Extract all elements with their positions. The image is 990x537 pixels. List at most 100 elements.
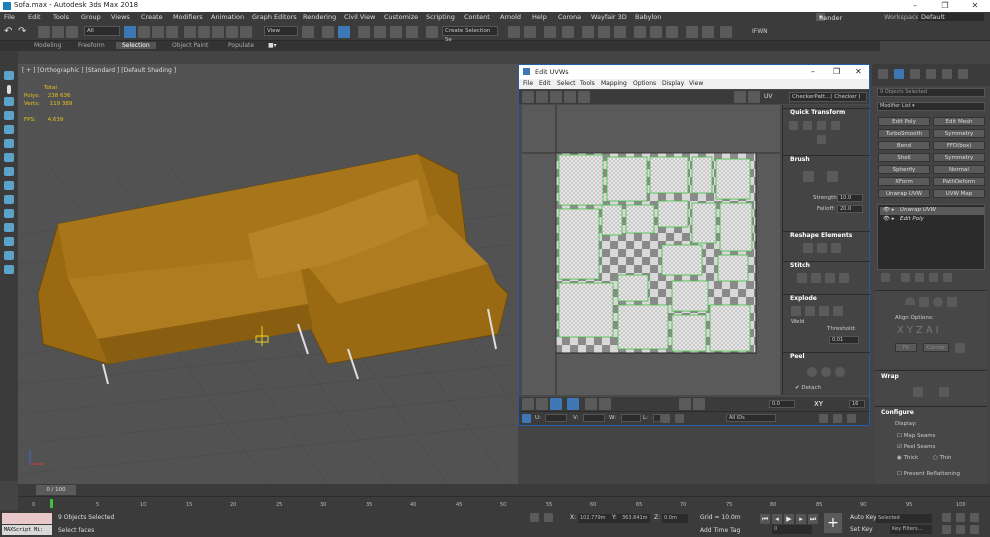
strength-input[interactable]: 10.0 [837,194,863,202]
curve-editor-icon[interactable] [582,26,594,38]
prev-frame-icon[interactable]: ◂ [772,514,782,524]
utilities-tab-icon[interactable] [958,69,968,79]
sphere-icon[interactable] [4,181,14,190]
peel-mode-icon[interactable] [821,367,831,377]
uvw-checker-dropdown[interactable]: CheckerPatt...( Checker ) [789,92,867,102]
snap-toggle-icon[interactable] [358,26,370,38]
keyboard-shortcut-icon[interactable] [338,26,350,38]
play-icon[interactable]: ▶ [784,514,794,524]
menu-customize[interactable]: Customize [384,13,418,21]
stitch-custom-icon[interactable] [839,273,849,283]
render-production-icon[interactable] [666,26,678,38]
lock-icon[interactable] [661,414,670,423]
align-axis-buttons[interactable]: XYZAI [897,325,942,336]
uvw-menu-display[interactable]: Display [662,80,684,87]
straighten-icon[interactable] [803,243,813,253]
quick-peel-icon[interactable] [807,367,817,377]
configure-header[interactable]: Configure [875,407,987,418]
material-editor-icon[interactable] [614,26,626,38]
cylindrical-map-icon[interactable] [919,297,929,307]
menu-graph-editors[interactable]: Graph Editors [252,13,297,21]
tab-selection[interactable]: Selection [116,42,156,49]
uvw-menu-file[interactable]: File [523,80,533,87]
mod-uvw-map-button[interactable]: UVW Map [933,189,985,198]
show-end-result-icon[interactable] [901,273,910,282]
mod-normal-button[interactable]: Normal [933,165,985,174]
thick-radio[interactable]: ◉ Thick [897,455,918,461]
layer-explorer-icon[interactable] [562,26,574,38]
uvw-editor-canvas[interactable] [522,105,780,395]
menu-babylon[interactable]: Babylon [635,13,661,21]
selection-filter-dropdown[interactable]: All [84,26,120,36]
angle-snap-icon[interactable] [374,26,386,38]
workspace-dropdown[interactable]: Default [918,13,984,21]
prevent-reflattening-checkbox[interactable]: ☐ Prevent Reflattening [897,471,960,477]
stitch-header[interactable]: Stitch [783,261,870,270]
motion-tab-icon[interactable] [926,69,936,79]
stack-item-unwrap-uvw[interactable]: 👁 ▸ Unwrap UVW [880,207,984,215]
orbit-icon[interactable] [956,513,965,522]
menu-civil-view[interactable]: Civil View [344,13,375,21]
spline-map-icon[interactable] [913,387,923,397]
menu-content[interactable]: Content [464,13,490,21]
move-icon[interactable] [184,26,196,38]
vertex-mode-icon[interactable] [522,398,534,410]
detach-checkbox[interactable]: ✔ Detach [795,385,821,391]
auto-key-button[interactable]: Auto Key [850,514,877,521]
redo-icon[interactable]: ↷ [18,26,30,38]
break-icon[interactable] [805,306,815,316]
reshape-elements-header[interactable]: Reshape Elements [783,231,870,240]
thin-radio[interactable]: ○ Thin [933,455,951,461]
key-selection-dropdown[interactable]: Selected [876,514,932,523]
planar-map-icon[interactable] [905,297,915,305]
pan-icon[interactable] [833,414,842,423]
unfold-map-icon[interactable] [939,387,949,397]
tab-populate[interactable]: Populate [228,42,254,49]
track-bar[interactable]: 0 5 10 15 20 25 30 35 40 45 50 55 60 65 … [18,496,990,510]
align-vertical-icon[interactable] [817,121,826,130]
grid-icon[interactable] [4,251,14,260]
menu-group[interactable]: Group [81,13,101,21]
uvw-maximize-button[interactable]: ❐ [833,67,840,76]
a360-icon[interactable] [720,26,732,38]
menu-animation[interactable]: Animation [211,13,244,21]
cloud-render-icon[interactable] [702,26,714,38]
set-key-button[interactable]: Set Key [850,526,873,533]
uvw-menu-options[interactable]: Options [633,80,656,87]
uvw-minimize-button[interactable]: – [811,67,815,76]
link-icon[interactable] [38,26,50,38]
viewport-label[interactable]: [ + ] [Orthographic ] [Standard ] [Defau… [22,67,176,74]
uvw-grid-icon[interactable] [748,91,760,103]
rotate-cw-icon[interactable] [831,121,840,130]
flatten-icon[interactable] [831,243,841,253]
brush-paint-icon[interactable] [803,171,814,182]
menu-arnold[interactable]: Arnold [500,13,521,21]
modifier-list-dropdown[interactable]: Modifier List ▾ [877,102,985,111]
element-mode-icon[interactable] [567,398,579,410]
polygon-mode-icon[interactable] [550,398,562,410]
grow-selection-icon[interactable] [585,398,597,410]
render-setup-icon[interactable] [634,26,646,38]
pivot-icon[interactable] [302,26,314,38]
zoom-extents-icon[interactable] [847,414,856,423]
uvw-menu-edit[interactable]: Edit [539,80,551,87]
zoom-region-icon[interactable] [942,513,951,522]
uvw-menu-view[interactable]: View [689,80,703,87]
display-tab-icon[interactable] [942,69,952,79]
map-seams-checkbox[interactable]: ☐ Map Seams [897,433,936,439]
goto-end-icon[interactable]: ⏭ [808,514,818,524]
z-coordinate[interactable]: 0.0m [662,514,688,523]
mod-bend-button[interactable]: Bend [878,141,930,150]
uvw-menu-select[interactable]: Select [557,80,576,87]
maxscript-mini-listener[interactable]: MAXScript Mi: [2,525,52,535]
maximize-viewport-icon[interactable] [970,513,979,522]
isolate-icon[interactable] [4,265,14,274]
render-icon[interactable] [240,26,252,38]
window-crossing-icon[interactable] [166,26,178,38]
rotate-ccw-icon[interactable] [817,135,826,144]
maximize-button[interactable]: ❐ [930,0,960,12]
uvw-scale-icon[interactable] [550,91,562,103]
explode-header[interactable]: Explode [783,294,870,303]
box-map-icon[interactable] [947,297,957,307]
systems-icon[interactable] [4,167,14,176]
